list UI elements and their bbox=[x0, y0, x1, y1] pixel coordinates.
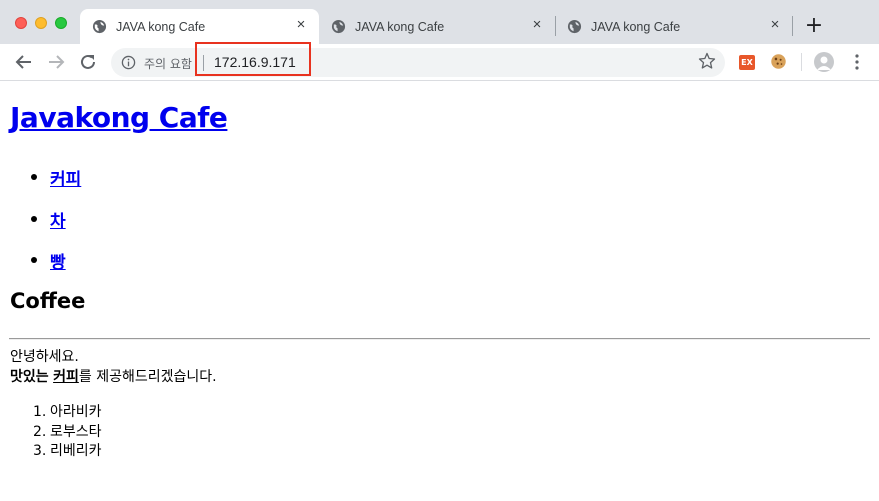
tab-active[interactable]: JAVA kong Cafe × bbox=[80, 9, 319, 44]
globe-icon bbox=[567, 19, 582, 34]
tab-strip: JAVA kong Cafe × JAVA kong Cafe × JAVA k… bbox=[0, 0, 879, 44]
person-icon bbox=[817, 56, 831, 70]
profile-avatar[interactable] bbox=[814, 52, 834, 72]
cookie-extension-icon[interactable] bbox=[770, 53, 787, 70]
tab-title: JAVA kong Cafe bbox=[591, 20, 681, 34]
tab-title: JAVA kong Cafe bbox=[116, 20, 206, 34]
list-number: 3. bbox=[33, 443, 47, 459]
nav-link-bread[interactable]: 빵 bbox=[50, 248, 66, 273]
close-tab-icon[interactable]: × bbox=[767, 17, 783, 33]
site-title-link[interactable]: Javakong Cafe bbox=[10, 101, 228, 134]
list-item-label: 아라비카 bbox=[50, 404, 102, 420]
description-bold: 맛있는 bbox=[10, 369, 49, 385]
list-number: 1. bbox=[33, 404, 47, 420]
list-item-label: 로부스타 bbox=[50, 424, 102, 440]
back-arrow-icon[interactable] bbox=[12, 50, 36, 74]
tab-separator bbox=[792, 16, 793, 36]
ex-extension-icon[interactable]: EX bbox=[739, 55, 755, 70]
maximize-window-button[interactable] bbox=[55, 17, 67, 29]
list-bullet bbox=[31, 216, 37, 222]
list-item: 3. 리베리카 bbox=[33, 440, 102, 460]
description-suffix: 를 제공해드리겠습니다. bbox=[78, 369, 217, 385]
info-icon[interactable] bbox=[121, 55, 136, 70]
globe-icon bbox=[92, 19, 107, 34]
section-heading: Coffee bbox=[10, 289, 86, 313]
divider bbox=[9, 338, 870, 340]
minimize-window-button[interactable] bbox=[35, 17, 47, 29]
page-content: Javakong Cafe 커피 차 빵 Coffee 안녕하세요. 맛있는 커… bbox=[0, 82, 879, 501]
list-bullet bbox=[31, 257, 37, 263]
list-number: 2. bbox=[33, 424, 47, 440]
toolbar-separator bbox=[801, 53, 802, 71]
reload-icon[interactable] bbox=[76, 50, 100, 74]
list-item: 2. 로부스타 bbox=[33, 421, 102, 441]
close-tab-icon[interactable]: × bbox=[293, 17, 309, 33]
security-warning-label[interactable]: 주의 요함 bbox=[144, 55, 192, 72]
description-text: 맛있는 커피를 제공해드리겠습니다. bbox=[10, 366, 217, 386]
bookmark-star-icon[interactable] bbox=[697, 51, 717, 71]
close-tab-icon[interactable]: × bbox=[529, 17, 545, 33]
tab-inactive[interactable]: JAVA kong Cafe × bbox=[319, 9, 555, 44]
close-window-button[interactable] bbox=[15, 17, 27, 29]
description-underlined-word: 커피 bbox=[53, 369, 79, 385]
forward-arrow-icon[interactable] bbox=[44, 50, 68, 74]
list-item-label: 리베리카 bbox=[50, 443, 102, 459]
url-highlight-box bbox=[195, 42, 311, 76]
nav-link-coffee[interactable]: 커피 bbox=[50, 165, 81, 190]
new-tab-button[interactable]: + bbox=[802, 15, 826, 39]
greeting-text: 안녕하세요. bbox=[10, 349, 79, 365]
globe-icon bbox=[331, 19, 346, 34]
list-bullet bbox=[31, 174, 37, 180]
nav-link-tea[interactable]: 차 bbox=[50, 207, 66, 232]
tab-inactive[interactable]: JAVA kong Cafe × bbox=[555, 9, 793, 44]
tab-title: JAVA kong Cafe bbox=[355, 20, 445, 34]
list-item: 1. 아라비카 bbox=[33, 401, 102, 421]
more-menu-icon[interactable] bbox=[849, 53, 865, 71]
